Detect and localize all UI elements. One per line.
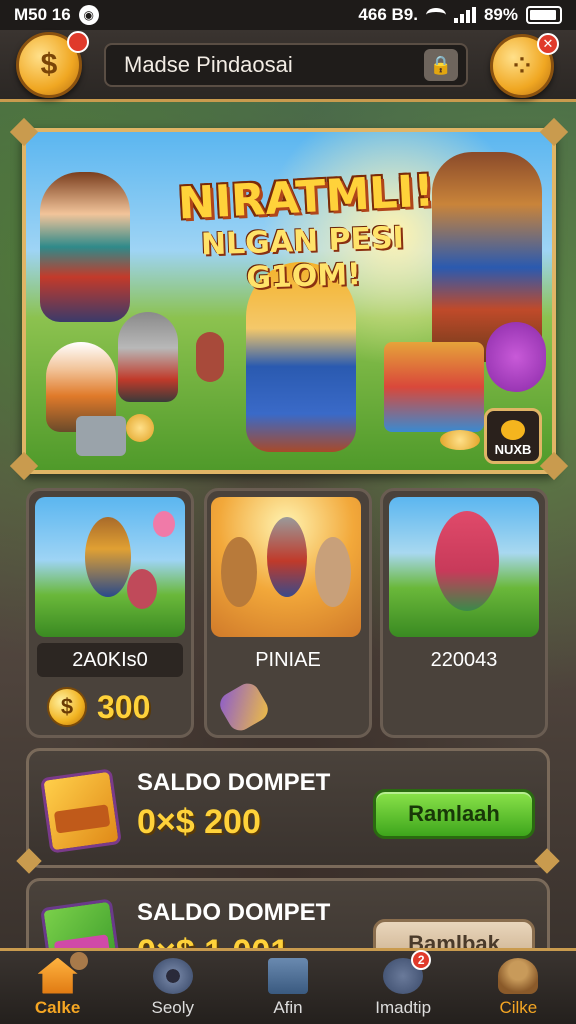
raccoon-character [118,312,178,402]
search-field[interactable]: Madse Pindaosai 🔒 [104,43,468,87]
purple-bear-character [486,322,546,392]
wallet-panel: SALDO DOMPET 0×$ 200 Ramlaah [26,748,550,868]
nav-item-wallet[interactable]: Afin [238,957,338,1018]
game-card-title: 220043 [430,648,498,671]
candy-icon [215,679,273,735]
nav-label: Calke [34,997,81,1017]
lock-icon[interactable]: 🔒 [424,49,458,81]
status-bar: M50 16 ◉ 466 B9. 89% [0,0,576,30]
raccoon-character [267,517,307,597]
gold-coin [126,414,154,442]
pink-fox-character [435,511,499,611]
wallet-balance: 0×$ 200 [137,803,261,841]
game-card-title: 2A0KIs0 [37,643,183,677]
nav-label: Seoly [151,997,195,1017]
monkey-character [85,517,131,597]
game-card-price: $ 300 [47,687,150,727]
game-card[interactable]: PINIAE [204,488,372,738]
dollar-coin-icon: $ [47,687,87,727]
hero-subtitle: NLGAN PESI G1OM! [200,220,405,296]
nav-label: Imadtip [375,997,432,1017]
coin-dollar-icon: $ [40,48,58,81]
small-fox-character [196,332,224,382]
mascot-face-icon [501,420,525,440]
bottom-navigation: Calke Seoly Afin 2 Imadtip Cilke [0,948,576,1024]
game-card-title: PINIAE [255,648,321,671]
fox-character [315,537,351,607]
status-battery-text: 89% [483,5,518,24]
hero-game-badge[interactable]: NUXB [484,408,542,464]
game-card[interactable]: 2A0KIs0 $ 300 [26,488,194,738]
nav-item-settings[interactable]: Seoly [123,957,223,1018]
close-badge[interactable]: ✕ [537,33,559,55]
nav-item-profile[interactable]: Cilke [468,957,568,1018]
nav-label: Afin [273,997,303,1017]
wallet-title: SALDO DOMPET [137,769,331,796]
game-card[interactable]: 220043 [380,488,548,738]
wallet-icon [40,768,122,854]
nav-label: Cilke [499,997,538,1017]
status-carrier: 466 B9. [358,5,418,24]
nav-badge: 2 [411,949,432,970]
gear-icon [152,957,193,994]
cookie-icon: ⁘ [512,53,532,78]
notification-icon: ◉ [78,5,99,25]
battery-icon [526,6,562,24]
profile-icon [498,957,539,994]
nav-item-messages[interactable]: 2 Imadtip [353,949,453,1018]
small-character [127,569,157,609]
nav-item-home[interactable]: Calke [8,951,108,1018]
search-field-text: Madse Pindaosai [124,52,293,77]
toy-castle [384,342,484,432]
status-time: M50 16 [14,5,71,24]
signal-icon [453,7,476,23]
game-thumbnail [35,497,185,637]
cookie-badge-icon [69,951,88,970]
hero-badge-label: NUXB [494,442,532,457]
topup-button[interactable]: Ramlaah [373,789,535,839]
treasure-chest [76,416,126,456]
profile-coin-button[interactable]: $ [16,31,89,98]
wifi-icon [425,8,446,22]
price-value: 300 [97,688,151,725]
game-thumbnail [211,497,361,637]
game-card-item [215,679,273,735]
cookie-coin-button[interactable]: ⁘ ✕ [490,33,559,98]
game-thumbnail [389,497,539,637]
hero-banner[interactable]: NIRATMLI! NLGAN PESI G1OM! NUXB [22,128,556,474]
app-header: $ Madse Pindaosai 🔒 ⁘ ✕ [0,30,576,102]
girl-character [40,172,130,322]
notification-badge [67,31,89,53]
wallet-title: SALDO DOMPET [137,899,331,926]
wallet-icon [267,957,308,994]
character-group [221,537,257,607]
gold-coin [440,430,480,450]
balloon [153,511,175,537]
